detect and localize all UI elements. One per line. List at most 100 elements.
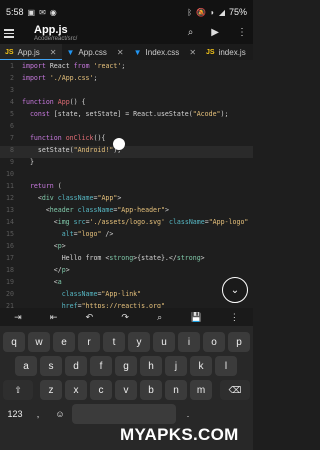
numbers-key[interactable]: 123 (3, 404, 27, 424)
code-line: 12 <div className="App"> (6, 194, 122, 202)
file-title: App.js (34, 24, 68, 36)
text-cursor-handle[interactable] (113, 138, 125, 150)
undo-key[interactable]: ↶ (86, 312, 94, 323)
app-toolbar: App.js Acode/react/src/ ⌕ ▶ ⋮ (0, 24, 253, 44)
tab-index-js[interactable]: JS index.js (201, 44, 251, 60)
redo-key[interactable]: ↷ (121, 312, 129, 323)
message-icon: ✉ (39, 7, 46, 17)
close-icon[interactable]: ✕ (189, 48, 196, 57)
key-z[interactable]: z (40, 380, 62, 400)
tab-indent-key[interactable]: ⇥ (14, 312, 22, 323)
signal-icon: ◢ (218, 7, 225, 17)
close-icon[interactable]: ✕ (50, 48, 57, 57)
chevron-down-icon: ⌄ (230, 284, 240, 296)
code-line: 14 <img src='./assets/logo.svg' classNam… (6, 218, 249, 226)
key-j[interactable]: j (165, 356, 187, 376)
code-line: 15 alt="logo" /> (6, 230, 114, 238)
app-icon: ◉ (49, 7, 57, 17)
key-n[interactable]: n (165, 380, 187, 400)
key-y[interactable]: y (128, 332, 150, 352)
code-line: 4 function App() { (10, 98, 86, 106)
save-key[interactable]: 💾 (190, 312, 201, 323)
key-r[interactable]: r (78, 332, 100, 352)
key-p[interactable]: p (228, 332, 250, 352)
play-icon[interactable]: ▶ (211, 27, 219, 38)
period-key[interactable]: . (178, 404, 198, 424)
mute-icon: 🔕 (196, 7, 206, 17)
watermark: MYAPKS.COM (120, 425, 239, 444)
key-q[interactable]: q (3, 332, 25, 352)
more-key[interactable]: ⋮ (230, 312, 239, 323)
key-m[interactable]: m (190, 380, 212, 400)
key-f[interactable]: f (90, 356, 112, 376)
js-file-icon: JS (206, 48, 215, 56)
emoji-key[interactable]: ☺ (50, 404, 70, 424)
tab-index-css[interactable]: ▼ Index.css ✕ (129, 44, 201, 60)
code-line: 9 } (10, 158, 34, 166)
close-icon[interactable]: ✕ (117, 48, 124, 57)
notification-icon: ▣ (27, 7, 36, 17)
code-line: 18 </p> (6, 266, 70, 274)
code-line: 7 function onClick(){ (10, 134, 106, 142)
bluetooth-icon: ᛒ (187, 7, 193, 17)
code-line: 6 (10, 122, 14, 130)
css-file-icon: ▼ (133, 47, 142, 57)
wifi-icon: ◗ (209, 7, 215, 17)
css-file-icon: ▼ (66, 47, 75, 57)
battery-level: 75% (228, 7, 247, 17)
key-i[interactable]: i (178, 332, 200, 352)
status-bar: 5:58 ▣ ✉ ◉ ᛒ 🔕 ◗ ◢ 75% (0, 0, 253, 24)
emoji-icon: ☺ (55, 409, 65, 419)
js-file-icon: JS (5, 48, 14, 56)
key-h[interactable]: h (140, 356, 162, 376)
key-x[interactable]: x (65, 380, 87, 400)
search-icon[interactable]: ⌕ (188, 27, 194, 38)
shift-key[interactable]: ⇧ (3, 380, 33, 400)
key-t[interactable]: t (103, 332, 125, 352)
key-w[interactable]: w (28, 332, 50, 352)
key-v[interactable]: v (115, 380, 137, 400)
code-line: 11 return ( (6, 182, 62, 190)
backspace-key[interactable]: ⌫ (220, 380, 250, 400)
code-editor[interactable]: 1 import React from 'react'; 2 import './A… (0, 60, 253, 308)
search-key[interactable]: ⌕ (157, 312, 162, 323)
code-line: 20 className="App-link" (6, 290, 142, 298)
code-line: 17 Hello from <strong>{state}.</strong> (6, 254, 205, 262)
editor-extra-keys: ⇥ ⇤ ↶ ↷ ⌕ 💾 ⋮ (0, 308, 253, 326)
code-line: 1 import React from 'react'; (10, 62, 126, 70)
tab-app-css[interactable]: ▼ App.css ✕ (62, 44, 129, 60)
key-b[interactable]: b (140, 380, 162, 400)
more-icon[interactable]: ⋮ (237, 27, 247, 38)
key-l[interactable]: l (215, 356, 237, 376)
code-line: 5 const [state, setState] = React.useSta… (10, 110, 229, 118)
screen: 5:58 ▣ ✉ ◉ ᛒ 🔕 ◗ ◢ 75% App.js Acode/reac… (0, 0, 253, 450)
status-time: 5:58 (6, 7, 24, 17)
tab-outdent-key[interactable]: ⇤ (50, 312, 58, 323)
tab-label: index.js (218, 47, 246, 57)
key-s[interactable]: s (40, 356, 62, 376)
code-line-active: 8 setState("Android!"); (0, 146, 253, 158)
backspace-icon: ⌫ (228, 384, 242, 395)
key-c[interactable]: c (90, 380, 112, 400)
key-o[interactable]: o (203, 332, 225, 352)
scroll-down-button[interactable]: ⌄ (222, 277, 248, 303)
key-u[interactable]: u (153, 332, 175, 352)
shift-icon: ⇧ (14, 384, 22, 395)
file-tabs: JS App.js ✕ ▼ App.css ✕ ▼ Index.css ✕ JS… (0, 44, 253, 60)
code-line: 19 <a (6, 278, 62, 286)
code-line: 2 import './App.css'; (10, 74, 98, 82)
space-key[interactable] (72, 404, 176, 424)
key-a[interactable]: a (15, 356, 37, 376)
key-e[interactable]: e (53, 332, 75, 352)
key-k[interactable]: k (190, 356, 212, 376)
file-path: Acode/react/src/ (34, 36, 78, 42)
code-line: 10 (6, 170, 14, 178)
key-d[interactable]: d (65, 356, 87, 376)
menu-icon[interactable] (4, 27, 18, 39)
comma-key[interactable]: , (28, 404, 48, 424)
tab-label: App.js (17, 47, 40, 57)
code-line: 16 <p> (6, 242, 66, 250)
tab-app-js[interactable]: JS App.js ✕ (0, 44, 62, 60)
tab-label: App.css (78, 47, 107, 57)
key-g[interactable]: g (115, 356, 137, 376)
